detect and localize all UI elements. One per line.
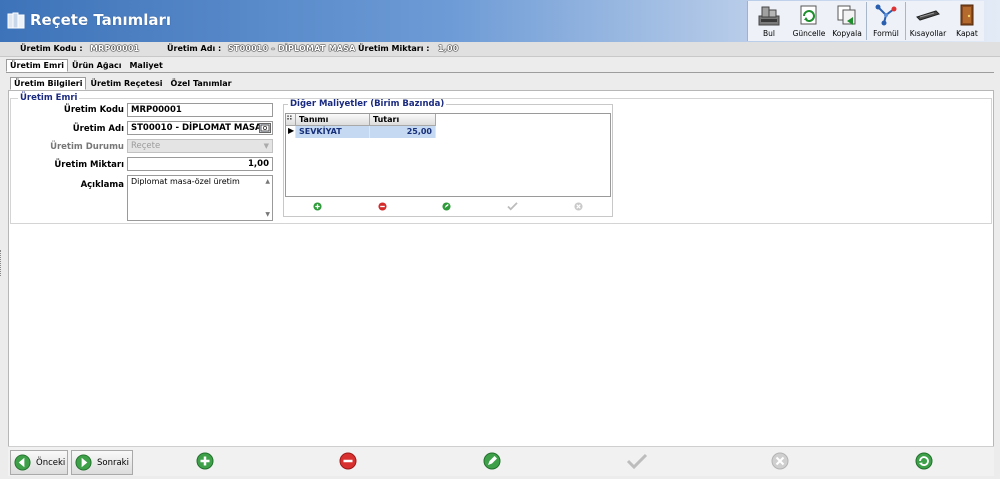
add-record-icon[interactable] [196, 452, 214, 470]
copy-icon [837, 5, 856, 25]
description-memo[interactable]: Diplomat masa-özel üretim ▲ ▼ [127, 175, 273, 221]
close-button[interactable]: Kapat [950, 1, 984, 41]
other-costs-grid[interactable]: ∷ Tanımı Tutarı ▶ SEVKİYAT 25,00 [285, 113, 611, 197]
production-status-label: Üretim Durumu [50, 142, 124, 152]
tab-uretim-emri[interactable]: Üretim Emri [6, 59, 69, 72]
tab-ozel-tanimlar[interactable]: Özel Tanımlar [167, 77, 236, 90]
find-button[interactable]: Bul [748, 1, 790, 41]
keyboard-icon [916, 10, 940, 21]
update-button[interactable]: Güncelle [790, 1, 828, 41]
refresh-icon[interactable] [915, 452, 933, 470]
production-code-field[interactable]: MRP00001 [127, 103, 273, 117]
main-tabs: Üretim Emri Ürün Ağacı Maliyet [6, 59, 167, 73]
column-tanimi[interactable]: Tanımı [296, 114, 370, 126]
production-quantity-label: Üretim Miktarı [54, 160, 124, 170]
production-status-dropdown[interactable]: Reçete ▼ [127, 139, 273, 153]
grid-header: ∷ Tanımı Tutarı [286, 114, 436, 126]
lookup-icon [260, 124, 270, 132]
refresh-document-icon [800, 5, 817, 25]
tab-uretim-bilgileri[interactable]: Üretim Bilgileri [10, 77, 87, 90]
splitter-grip[interactable] [0, 250, 4, 276]
production-status-value: Reçete [131, 141, 161, 151]
update-label: Güncelle [792, 29, 826, 38]
chevron-down-icon: ▼ [263, 142, 269, 150]
grid-indicator-header: ∷ [286, 114, 296, 126]
formula-label: Formül [873, 29, 899, 38]
info-name-value: ST00010 - DİPLOMAT MASA [228, 44, 356, 53]
production-name-value: ST00010 - DİPLOMAT MASA [131, 123, 262, 133]
sub-tabs: Üretim Bilgileri Üretim Reçetesi Özel Ta… [10, 77, 236, 91]
row-indicator-icon: ▶ [286, 126, 296, 138]
previous-button[interactable]: Önceki [10, 450, 68, 475]
summary-bar: Üretim Kodu : MRP00001 Üretim Adı : ST00… [0, 42, 1000, 57]
info-code-value: MRP00001 [90, 44, 140, 53]
tab-urun-agaci[interactable]: Ürün Ağacı [68, 59, 125, 72]
table-row[interactable]: ▶ SEVKİYAT 25,00 [286, 126, 436, 138]
group-title: Üretim Emri [18, 93, 80, 103]
other-costs-title: Diğer Maliyetler (Birim Bazında) [288, 99, 447, 109]
find-label: Bul [763, 29, 775, 38]
cancel-record-icon[interactable] [771, 452, 789, 470]
production-name-field[interactable]: ST00010 - DİPLOMAT MASA [127, 121, 273, 135]
add-icon[interactable] [313, 202, 322, 211]
info-quantity-label: Üretim Miktarı : [358, 44, 430, 53]
close-label: Kapat [956, 29, 978, 38]
production-code-label: Üretim Kodu [63, 105, 124, 115]
arrow-left-icon [14, 454, 31, 471]
window-icon [7, 12, 25, 29]
find-icon [758, 6, 780, 26]
description-value: Diplomat masa-özel üretim [131, 177, 240, 186]
next-button[interactable]: Sonraki [71, 450, 133, 475]
save-record-icon[interactable] [626, 452, 648, 470]
shortcuts-label: Kısayollar [909, 29, 947, 38]
exit-door-icon [960, 4, 974, 26]
main-toolbar: Bul Güncelle Kopyala Formül Kısayollar K… [747, 1, 984, 41]
scroll-down-icon[interactable]: ▼ [265, 211, 270, 218]
next-label: Sonraki [97, 457, 129, 468]
formula-button[interactable]: Formül [867, 1, 905, 41]
cancel-icon[interactable] [574, 202, 583, 211]
column-tutari[interactable]: Tutarı [370, 114, 436, 126]
delete-record-icon[interactable] [339, 452, 357, 470]
copy-label: Kopyala [832, 29, 862, 38]
tab-uretim-recetesi[interactable]: Üretim Reçetesi [86, 77, 166, 90]
formula-icon [875, 4, 897, 26]
scroll-up-icon[interactable]: ▲ [265, 178, 270, 185]
other-costs-toolbar [285, 199, 611, 214]
lookup-button[interactable] [259, 123, 271, 133]
shortcuts-button[interactable]: Kısayollar [906, 1, 950, 41]
delete-icon[interactable] [378, 202, 387, 211]
info-quantity-value: 1,00 [438, 44, 459, 53]
confirm-icon[interactable] [507, 202, 518, 211]
window-title: Reçete Tanımları [30, 11, 172, 29]
info-name-label: Üretim Adı : [167, 44, 222, 53]
info-code-label: Üretim Kodu : [20, 44, 83, 53]
cell-tutari[interactable]: 25,00 [370, 126, 436, 138]
arrow-right-icon [75, 454, 92, 471]
production-quantity-field[interactable]: 1,00 [127, 157, 273, 171]
production-name-label: Üretim Adı [72, 124, 124, 134]
cell-tanimi[interactable]: SEVKİYAT [296, 126, 370, 138]
description-label: Açıklama [80, 180, 124, 190]
edit-icon[interactable] [442, 202, 452, 211]
bottom-bar [8, 446, 994, 476]
previous-label: Önceki [36, 457, 66, 468]
tab-maliyet[interactable]: Maliyet [125, 59, 166, 72]
edit-record-icon[interactable] [483, 452, 501, 470]
copy-button[interactable]: Kopyala [828, 1, 866, 41]
